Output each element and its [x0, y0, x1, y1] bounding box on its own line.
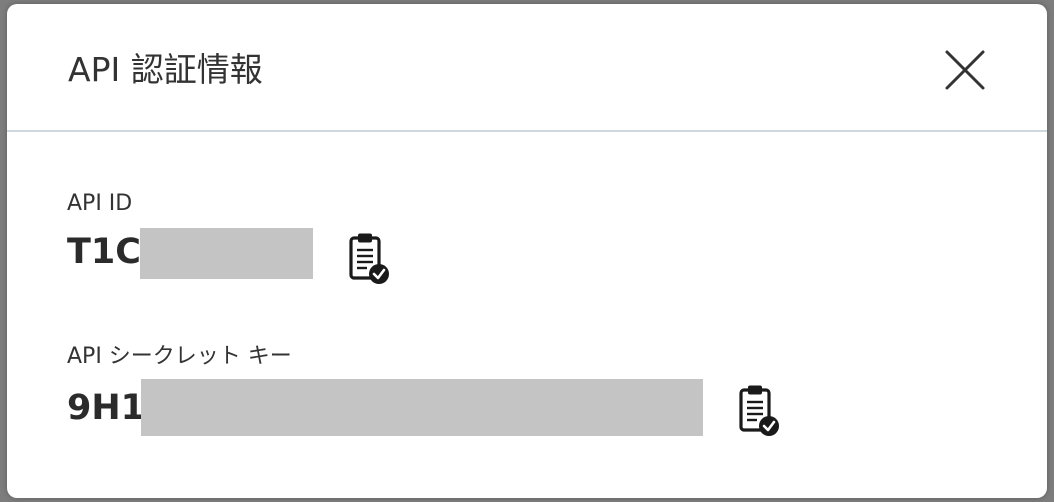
- api-credentials-dialog: API 認証情報 API ID T1C API シークレット キー 9H1: [7, 4, 1047, 498]
- copy-api-id-button[interactable]: [347, 232, 391, 286]
- dialog-title: API 認証情報: [68, 50, 263, 89]
- copy-api-secret-key-button[interactable]: [737, 384, 781, 438]
- close-icon: [945, 50, 985, 90]
- api-id-redaction: [140, 228, 313, 279]
- clipboard-check-icon: [349, 233, 389, 284]
- api-secret-key-label: API シークレット キー: [67, 344, 292, 369]
- close-button[interactable]: [941, 46, 989, 94]
- api-secret-key-value: 9H1: [67, 388, 145, 428]
- api-id-label: API ID: [67, 191, 133, 216]
- api-id-value: T1C: [67, 232, 141, 272]
- dialog-header: API 認証情報: [7, 4, 1047, 132]
- api-secret-key-redaction: [141, 379, 703, 436]
- clipboard-check-icon: [739, 385, 779, 436]
